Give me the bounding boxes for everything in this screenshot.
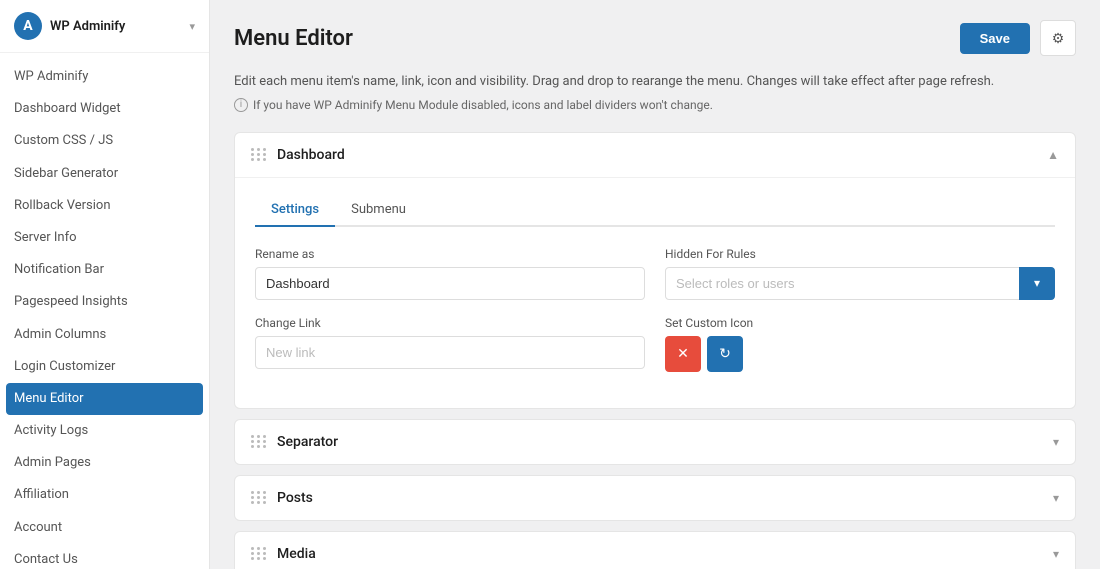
chevron-down-icon: ▾ — [1053, 435, 1059, 449]
chevron-down-icon: ▾ — [1053, 547, 1059, 561]
sidebar-item-admin-columns[interactable]: Admin Columns — [0, 319, 209, 351]
rename-label: Rename as — [255, 247, 645, 261]
info-note-text: If you have WP Adminify Menu Module disa… — [253, 98, 713, 112]
form-row-2: Change Link Set Custom Icon ✕ ↻ — [255, 316, 1055, 372]
menu-card-separator: Separator ▾ — [234, 419, 1076, 465]
menu-items-container: Dashboard ▲ SettingsSubmenu Rename as Hidd… — [234, 132, 1076, 569]
sidebar-item-admin-pages[interactable]: Admin Pages — [0, 447, 209, 479]
menu-card-header-dashboard[interactable]: Dashboard ▲ — [235, 133, 1075, 177]
sidebar-item-login-customizer[interactable]: Login Customizer — [0, 351, 209, 383]
hidden-for-group: Hidden For Rules Select roles or users ▾ — [665, 247, 1055, 300]
menu-item-name-separator: Separator — [277, 434, 338, 450]
sidebar-item-menu-editor[interactable]: Menu Editor — [6, 383, 203, 415]
main-content: Menu Editor Save ⚙ Edit each menu item's… — [210, 0, 1100, 569]
custom-icon-label: Set Custom Icon — [665, 316, 1055, 330]
hidden-for-select-wrapper: Select roles or users ▾ — [665, 267, 1055, 300]
logo-inner: A WP Adminify — [14, 12, 125, 40]
sidebar-item-notification-bar[interactable]: Notification Bar — [0, 254, 209, 286]
settings-button[interactable]: ⚙ — [1040, 20, 1076, 56]
sidebar-item-dashboard-widget[interactable]: Dashboard Widget — [0, 93, 209, 125]
menu-card-header-media[interactable]: Media ▾ — [235, 532, 1075, 569]
hidden-for-label: Hidden For Rules — [665, 247, 1055, 261]
page-header: Menu Editor Save ⚙ — [234, 20, 1076, 56]
sidebar-item-contact-us[interactable]: Contact Us — [0, 544, 209, 569]
info-note: i If you have WP Adminify Menu Module di… — [234, 98, 1076, 112]
sidebar-nav: WP AdminifyDashboard WidgetCustom CSS / … — [0, 53, 209, 569]
drag-handle-dashboard[interactable] — [251, 148, 267, 161]
custom-icon-group: Set Custom Icon ✕ ↻ — [665, 316, 1055, 372]
menu-card-header-separator[interactable]: Separator ▾ — [235, 420, 1075, 464]
sidebar-item-rollback-version[interactable]: Rollback Version — [0, 190, 209, 222]
sidebar-logo[interactable]: A WP Adminify ▾ — [0, 0, 209, 53]
tab-settings[interactable]: Settings — [255, 194, 335, 227]
sidebar-item-server-info[interactable]: Server Info — [0, 222, 209, 254]
rename-input[interactable] — [255, 267, 645, 300]
chevron-down-icon: ▾ — [189, 20, 195, 33]
menu-card-header-left: Dashboard — [251, 147, 345, 163]
menu-card-body-dashboard: SettingsSubmenu Rename as Hidden For Rul… — [235, 177, 1075, 408]
page-description: Edit each menu item's name, link, icon a… — [234, 72, 1076, 92]
menu-card-header-left: Separator — [251, 434, 338, 450]
chevron-up-icon: ▲ — [1047, 148, 1059, 162]
sidebar-item-sidebar-generator[interactable]: Sidebar Generator — [0, 158, 209, 190]
page-title: Menu Editor — [234, 26, 353, 51]
menu-card-header-left: Posts — [251, 490, 313, 506]
menu-item-name-dashboard: Dashboard — [277, 147, 345, 163]
menu-item-name-media: Media — [277, 546, 316, 562]
sidebar: A WP Adminify ▾ WP AdminifyDashboard Wid… — [0, 0, 210, 569]
change-link-group: Change Link — [255, 316, 645, 372]
sidebar-item-pagespeed-insights[interactable]: Pagespeed Insights — [0, 286, 209, 318]
menu-card-header-left: Media — [251, 546, 316, 562]
change-link-input[interactable] — [255, 336, 645, 369]
menu-card-header-posts[interactable]: Posts ▾ — [235, 476, 1075, 520]
menu-card-posts: Posts ▾ — [234, 475, 1076, 521]
form-row-1: Rename as Hidden For Rules Select roles … — [255, 247, 1055, 300]
menu-item-name-posts: Posts — [277, 490, 313, 506]
menu-card-media: Media ▾ — [234, 531, 1076, 569]
menu-card-dashboard: Dashboard ▲ SettingsSubmenu Rename as Hidd… — [234, 132, 1076, 409]
drag-handle-posts[interactable] — [251, 491, 267, 504]
sidebar-item-custom-css-js[interactable]: Custom CSS / JS — [0, 125, 209, 157]
refresh-icon-button[interactable]: ↻ — [707, 336, 743, 372]
icon-buttons: ✕ ↻ — [665, 336, 1055, 372]
tab-submenu[interactable]: Submenu — [335, 194, 422, 227]
chevron-down-icon: ▾ — [1053, 491, 1059, 505]
change-link-label: Change Link — [255, 316, 645, 330]
sidebar-item-wp-adminify[interactable]: WP Adminify — [0, 61, 209, 93]
header-actions: Save ⚙ — [960, 20, 1076, 56]
remove-icon-button[interactable]: ✕ — [665, 336, 701, 372]
info-icon: i — [234, 98, 248, 112]
logo-icon: A — [14, 12, 42, 40]
sidebar-item-account[interactable]: Account — [0, 512, 209, 544]
tabs-dashboard: SettingsSubmenu — [255, 194, 1055, 227]
drag-handle-media[interactable] — [251, 547, 267, 560]
hidden-for-select[interactable]: Select roles or users — [665, 267, 1055, 300]
sidebar-item-activity-logs[interactable]: Activity Logs — [0, 415, 209, 447]
drag-handle-separator[interactable] — [251, 435, 267, 448]
save-button[interactable]: Save — [960, 23, 1030, 54]
logo-text: WP Adminify — [50, 19, 125, 34]
rename-group: Rename as — [255, 247, 645, 300]
sidebar-item-affiliation[interactable]: Affiliation — [0, 479, 209, 511]
